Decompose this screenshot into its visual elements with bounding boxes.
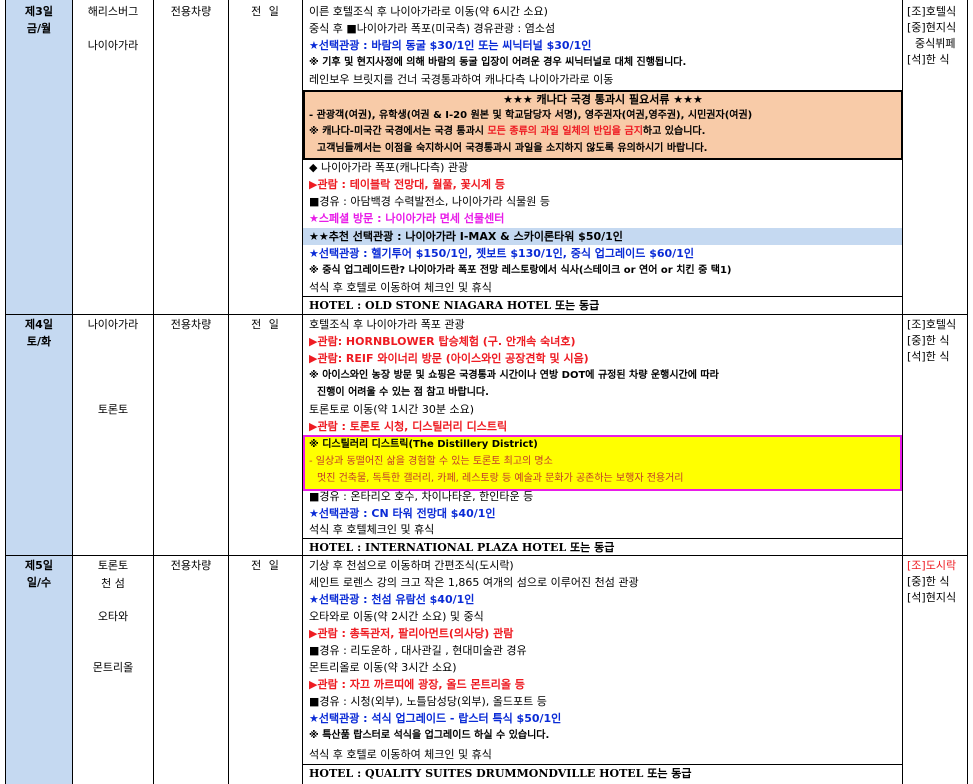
day-number: 제3일 [25,5,53,18]
meal-dinner: [석]한 식 [907,350,950,363]
itinerary-line: 석식 후 호텔로 이동하여 체크인 및 휴식 [309,281,492,294]
city-name: 나이아가라 [87,318,139,331]
city-name: 해리스버그 [87,5,139,18]
notice-line: ※ 중식 업그레이드란? 나이아가라 폭포 전망 레스토랑에서 식사(스테이크 … [309,265,732,276]
day-separator [5,314,968,315]
notice-warning-prefix: ※ 캐나다-미국간 국경에서는 국경 통과시 [309,126,488,137]
meal-lunch: [중]한 식 [907,334,950,347]
meal-dinner: [석]한 식 [907,53,950,66]
meal-plan: 전 일 [251,5,281,18]
itinerary-line: 세인트 로렌스 강의 크고 작은 1,865 여개의 섬으로 이루어진 천섬 관… [309,576,639,589]
grid-line [153,0,154,784]
day-weekday: 금/월 [26,22,52,35]
day-weekday: 일/수 [26,576,52,589]
recommended-option-line: ★★추천 선택관광 : 나이아가라 I-MAX & 스카이론타워 $50/1인 [309,230,623,243]
city-name: 몬트리올 [92,661,134,674]
special-visit-line: ★스페셜 방문 : 나이아가라 면세 선물센터 [309,212,505,225]
notice-line: ※ 아이스와인 농장 방문 및 쇼핑은 국경통과 시간이나 연방 DOT에 규정… [309,370,719,381]
itinerary-line: 중식 후 ■나이아가라 폭포(미국측) 경유관광 : 염소섬 [309,22,556,35]
itinerary-table: 제3일 금/월 해리스버그 나이아가라 전용차량 전 일 이른 호텔조식 후 나… [0,0,973,784]
optional-tour-line: ★선택관광 : 헬기투어 $150/1인, 젯보트 $130/1인, 중식 업그… [309,247,694,260]
day4-background [6,315,72,555]
grid-line [967,0,968,784]
itinerary-line: ■경유 : 온타리오 호수, 차이나타운, 한인타운 등 [309,490,534,503]
itinerary-line: 호텔조식 후 나이아가라 폭포 관광 [309,318,465,331]
attraction-line: ▶관람 : 자끄 까르띠에 광장, 올드 몬트리올 등 [309,678,525,691]
grid-line [5,0,6,784]
optional-tour-line: ★선택관광 : 천섬 유람선 $40/1인 [309,593,475,606]
notice-title: ★★★ 캐나다 국경 통과시 필요서류 ★★★ [503,93,703,106]
itinerary-line: ◆ 나이아가라 폭포(캐나다측) 관광 [309,161,469,174]
notice-line: ※ 특산품 랍스터로 석식을 업그레이드 하실 수 있습니다. [309,730,550,741]
meals-list: [조]호텔식 [중]현지식 중식뷔페 [석]한 식 [903,4,967,68]
meal-plan: 전 일 [251,559,281,572]
meal-lunch: [중]현지식 [907,21,957,34]
meal-breakfast: [조]호텔식 [907,5,957,18]
distillery-line: 멋진 건축물, 독특한 갤러리, 카페, 레스토랑 등 예술과 문화가 공존하는… [317,473,684,484]
meals-list: [조]호텔식 [중]한 식 [석]한 식 [903,317,967,365]
day-number: 제4일 [25,318,53,331]
optional-tour-line: ★선택관광 : 석식 업그레이드 - 랍스터 특식 $50/1인 [309,712,562,725]
notice-warning-highlight: 모든 종류의 과일 일체의 반입을 금지 [487,126,643,137]
city-name: 천 섬 [101,577,125,590]
attraction-line: ▶관람 : 테이블락 전망대, 월풀, 꽃시계 등 [309,178,505,191]
day-number: 제5일 [25,559,53,572]
meal-lunch-detail: 중식뷔페 [915,37,956,50]
transport: 전용차량 [170,318,212,331]
itinerary-line: 몬트리올로 이동(약 3시간 소요) [309,661,457,674]
notice-warning-suffix: 하고 있습니다. [642,126,706,137]
hotel-line: HOTEL : QUALITY SUITES DRUMMONDVILLE HOT… [309,767,692,780]
notice-line: ※ 기후 및 현지사정에 의해 바람의 동굴 입장이 어려운 경우 씨닉터널로 … [309,57,687,68]
itinerary-line: ■경유 : 아담백경 수력발전소, 나이아가라 식물원 등 [309,195,550,208]
city-name: 나이아가라 [87,39,139,52]
meal-breakfast: [조]호텔식 [907,318,957,331]
itinerary-line: ■경유 : 리도운하 , 대사관길 , 현대미술관 경유 [309,644,527,657]
hotel-line: HOTEL : OLD STONE NIAGARA HOTEL 또는 동급 [309,299,600,312]
meal-breakfast: [조]도시락 [907,559,957,572]
itinerary-line: 오타와로 이동(약 2시간 소요) 및 중식 [309,610,484,623]
notice-line: 진행이 어려울 수 있는 점 참고 바랍니다. [317,387,489,398]
itinerary-line: ■경유 : 시청(외부), 노틀담성당(외부), 올드포트 등 [309,695,547,708]
meal-lunch: [중]한 식 [907,575,950,588]
notice-items: - 관광객(여권), 유학생(여권 & I-20 원본 및 학교담당자 서명),… [309,110,753,121]
day3-background [6,0,72,314]
hotel-line: HOTEL : INTERNATIONAL PLAZA HOTEL 또는 동급 [309,541,615,554]
attraction-line: ▶관람: HORNBLOWER 탑승체험 (구. 안개속 숙녀호) [309,335,576,348]
city-name: 오타와 [97,610,129,623]
itinerary-line: 토론토로 이동(약 1시간 30분 소요) [309,403,475,416]
day-weekday: 토/화 [26,335,52,348]
itinerary-line: 레인보우 브릿지를 건너 국경통과하여 캐나다측 나이아가라로 이동 [309,73,614,86]
transport: 전용차량 [170,5,212,18]
itinerary-line: 기상 후 천섬으로 이동하며 간편조식(도시락) [309,559,514,572]
meal-dinner: [석]현지식 [907,591,957,604]
itinerary-line: 석식 후 호텔체크인 및 휴식 [309,523,435,536]
attraction-line: ▶관람 : 총독관저, 팔리아먼트(의사당) 관람 [309,627,514,640]
notice-warning: ※ 캐나다-미국간 국경에서는 국경 통과시 모든 종류의 과일 일체의 반입을… [303,123,903,140]
optional-tour-line: ★선택관광 : 바람의 동굴 $30/1인 또는 씨닉터널 $30/1인 [309,39,592,52]
itinerary-line: 석식 후 호텔로 이동하여 체크인 및 휴식 [309,748,492,761]
distillery-line: - 일상과 동떨어진 삶을 경험할 수 있는 토론토 최고의 명소 [309,456,553,467]
meal-plan: 전 일 [251,318,281,331]
city-name: 토론토 [97,559,129,572]
distillery-title: ※ 디스틸러리 디스트릭(The Distillery District) [309,439,538,450]
transport: 전용차량 [170,559,212,572]
attraction-line: ▶관람 : 토론토 시청, 디스틸러리 디스트릭 [309,420,508,433]
attraction-line: ▶관람: REIF 와이너리 방문 (아이스와인 공장견학 및 시음) [309,352,589,365]
optional-tour-line: ★선택관광 : CN 타워 전망대 $40/1인 [309,507,496,520]
grid-line [228,0,229,784]
meals-list: [조]도시락 [중]한 식 [석]현지식 [903,558,967,606]
city-name: 토론토 [97,403,129,416]
notice-warning-2: 고객님들께서는 이점을 숙지하시어 국경통과시 과일을 소지하지 않도록 유의하… [317,143,708,154]
itinerary-line: 이른 호텔조식 후 나이아가라로 이동(약 6시간 소요) [309,5,548,18]
